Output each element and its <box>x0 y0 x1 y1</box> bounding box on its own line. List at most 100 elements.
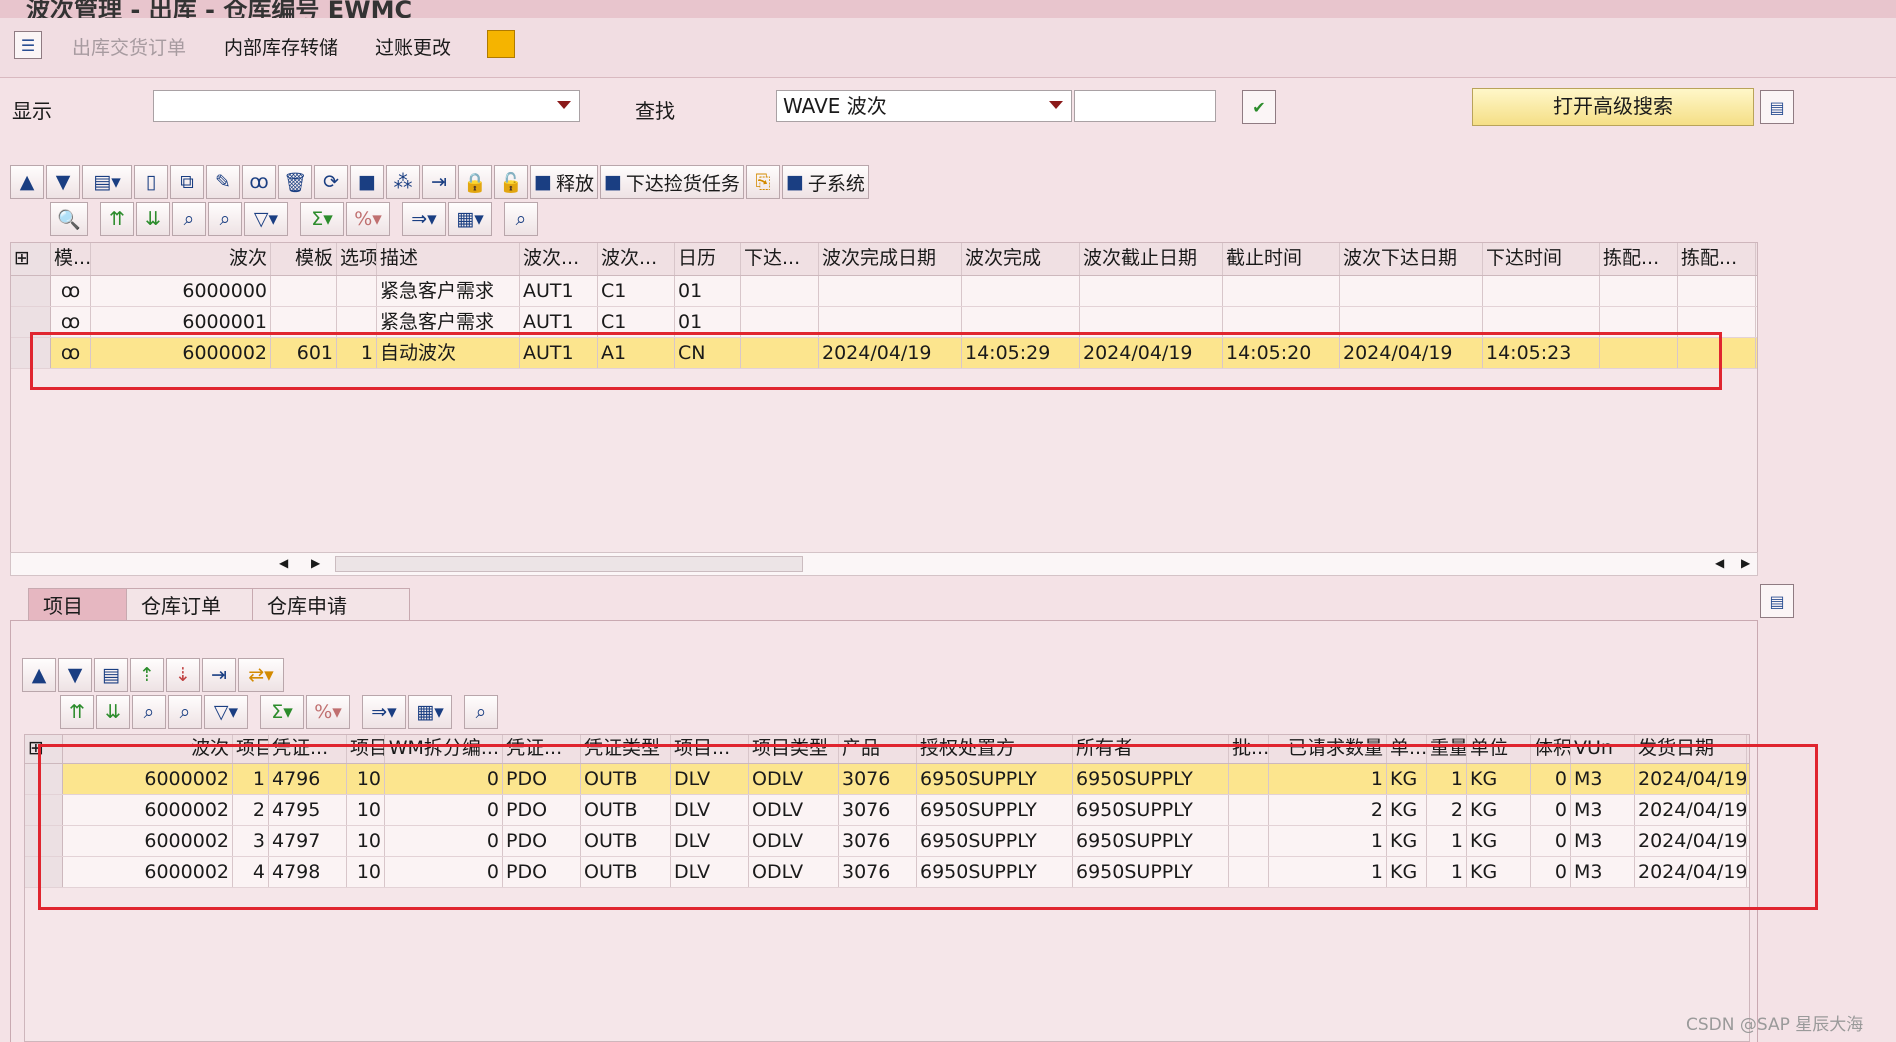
column-header[interactable]: 波次截止日期 <box>1080 243 1223 275</box>
chevron-down-icon <box>1049 101 1063 109</box>
column-header[interactable]: 波次下达日期 <box>1340 243 1483 275</box>
layout-icon[interactable]: ▤ <box>1760 584 1794 618</box>
find-icon[interactable]: ⌕ <box>132 695 166 729</box>
column-header[interactable]: 波次完成 <box>962 243 1080 275</box>
refresh-icon[interactable]: ⟳ <box>314 165 348 199</box>
download-icon[interactable]: ⇣ <box>166 658 200 692</box>
row-selector[interactable] <box>11 276 51 306</box>
sort-descending-icon[interactable]: ⇊ <box>136 202 170 236</box>
sum-icon[interactable]: Σ▾ <box>300 202 344 236</box>
table-cell: 6000000 <box>91 276 271 306</box>
tab-warehouse-requests[interactable]: 仓库申请 <box>252 588 410 623</box>
column-header[interactable]: 下达... <box>741 243 819 275</box>
scroll-left-icon[interactable]: ◀ <box>279 556 288 570</box>
find-icon[interactable]: ⌕ <box>172 202 206 236</box>
copy-icon[interactable]: ⧉ <box>170 165 204 199</box>
column-header[interactable]: 日历 <box>675 243 741 275</box>
table-cell: 紧急客户需求 <box>377 276 520 306</box>
chevron-down-icon <box>557 101 571 109</box>
column-header[interactable]: 波次... <box>598 243 675 275</box>
table-cell: 01 <box>675 276 741 306</box>
details-icon[interactable]: 🔍 <box>50 202 88 236</box>
release-pick-task-button[interactable]: ■ 下达捡货任务 <box>599 165 744 199</box>
scroll-thumb[interactable] <box>335 556 803 572</box>
posting-change-button[interactable]: 过账更改 <box>375 33 451 60</box>
scroll-right-end-icon[interactable]: ▶ <box>1741 556 1750 570</box>
split-icon[interactable]: ⇥ <box>422 165 456 199</box>
glasses-icon[interactable]: ꝏ <box>242 165 276 199</box>
layout-select-icon[interactable]: ▦▾ <box>408 695 452 729</box>
execute-icon[interactable]: ✔ <box>1242 90 1276 124</box>
layout-icon[interactable]: ▤▾ <box>82 165 132 199</box>
upload-icon[interactable]: ⇡ <box>130 658 164 692</box>
zoom-icon[interactable]: ⌕ <box>464 695 498 729</box>
glasses-icon[interactable]: ꝏ <box>51 276 91 306</box>
scroll-icon[interactable]: ⎘ <box>745 165 780 199</box>
subtotal-icon[interactable]: %▾ <box>346 202 390 236</box>
horizontal-scrollbar[interactable]: ◀ ▶ ◀ ▶ <box>10 552 1758 576</box>
sort-descending-icon[interactable]: ⇊ <box>96 695 130 729</box>
column-header[interactable]: 波次... <box>520 243 598 275</box>
move-down-icon[interactable]: ▼ <box>58 658 92 692</box>
export-icon[interactable]: ⇒▾ <box>362 695 406 729</box>
lock-icon[interactable]: 🔒 <box>458 165 492 199</box>
move-up-icon[interactable]: ▲ <box>22 658 56 692</box>
save-icon[interactable]: ■ <box>350 165 384 199</box>
subtotal-icon[interactable]: %▾ <box>306 695 350 729</box>
select-all-icon[interactable]: ⊞ <box>11 243 51 275</box>
advanced-search-button[interactable]: 打开高级搜索 <box>1472 88 1754 126</box>
column-header[interactable]: 截止时间 <box>1223 243 1340 275</box>
column-header[interactable]: 模板 <box>271 243 337 275</box>
move-down-icon[interactable]: ▼ <box>46 165 80 199</box>
create-icon[interactable]: ▯ <box>134 165 168 199</box>
subsystem-button[interactable]: ■ 子系统 <box>781 165 869 199</box>
transfer-icon[interactable]: ⇄▾ <box>238 658 284 692</box>
table-cell <box>271 276 337 306</box>
filter-icon[interactable]: ▽▾ <box>204 695 248 729</box>
merge-icon[interactable]: ⁂ <box>386 165 420 199</box>
scroll-right-icon[interactable]: ▶ <box>311 556 320 570</box>
find-label: 查找 <box>635 99 675 123</box>
find-dropdown[interactable]: WAVE 波次 <box>776 90 1072 122</box>
column-header[interactable]: 模... <box>51 243 91 275</box>
outbound-delivery-button[interactable]: 出库交货订单 <box>72 33 186 60</box>
column-header[interactable]: 波次完成日期 <box>819 243 962 275</box>
layout-icon[interactable]: ▤ <box>94 658 128 692</box>
sort-ascending-icon[interactable]: ⇈ <box>100 202 134 236</box>
find-next-icon[interactable]: ⌕ <box>208 202 242 236</box>
release-button[interactable]: ■ 释放 <box>530 165 598 199</box>
table-cell <box>1483 276 1600 306</box>
filter-icon[interactable]: ▽▾ <box>244 202 288 236</box>
table-cell <box>962 276 1080 306</box>
highlight-box <box>38 744 1818 910</box>
sort-ascending-icon[interactable]: ⇈ <box>60 695 94 729</box>
column-header[interactable]: 描述 <box>377 243 520 275</box>
move-up-icon[interactable]: ▲ <box>10 165 44 199</box>
layout-icon[interactable]: ▤ <box>1760 90 1794 124</box>
unlock-icon[interactable]: 🔓 <box>494 165 528 199</box>
table-cell <box>1223 276 1340 306</box>
scroll-left-end-icon[interactable]: ◀ <box>1715 556 1724 570</box>
delete-icon[interactable]: 🗑 <box>278 165 312 199</box>
worklist-icon[interactable]: ☰ <box>14 31 42 59</box>
wave-grid-header: ⊞ 模... 波次 模板 选项 描述 波次... 波次... 日历 下达... … <box>11 243 1757 276</box>
scroll-icon[interactable] <box>487 30 515 58</box>
column-header[interactable]: 拣配... <box>1678 243 1756 275</box>
column-header[interactable]: 下达时间 <box>1483 243 1600 275</box>
internal-stock-transfer-button[interactable]: 内部库存转储 <box>224 33 338 60</box>
export-icon[interactable]: ⇒▾ <box>402 202 446 236</box>
column-header[interactable]: 选项 <box>337 243 377 275</box>
find-next-icon[interactable]: ⌕ <box>168 695 202 729</box>
column-header[interactable]: 拣配... <box>1600 243 1678 275</box>
layout-select-icon[interactable]: ▦▾ <box>448 202 492 236</box>
column-header[interactable]: 波次 <box>91 243 271 275</box>
show-label: 显示 <box>12 99 52 123</box>
edit-icon[interactable]: ✎ <box>206 165 240 199</box>
table-cell: AUT1 <box>520 276 598 306</box>
zoom-icon[interactable]: ⌕ <box>504 202 538 236</box>
show-dropdown[interactable] <box>153 90 580 122</box>
table-row[interactable]: ꝏ 6000000 紧急客户需求 AUT1 C1 01 <box>11 276 1757 307</box>
find-input[interactable] <box>1074 90 1216 122</box>
sum-icon[interactable]: Σ▾ <box>260 695 304 729</box>
split-icon[interactable]: ⇥ <box>202 658 236 692</box>
